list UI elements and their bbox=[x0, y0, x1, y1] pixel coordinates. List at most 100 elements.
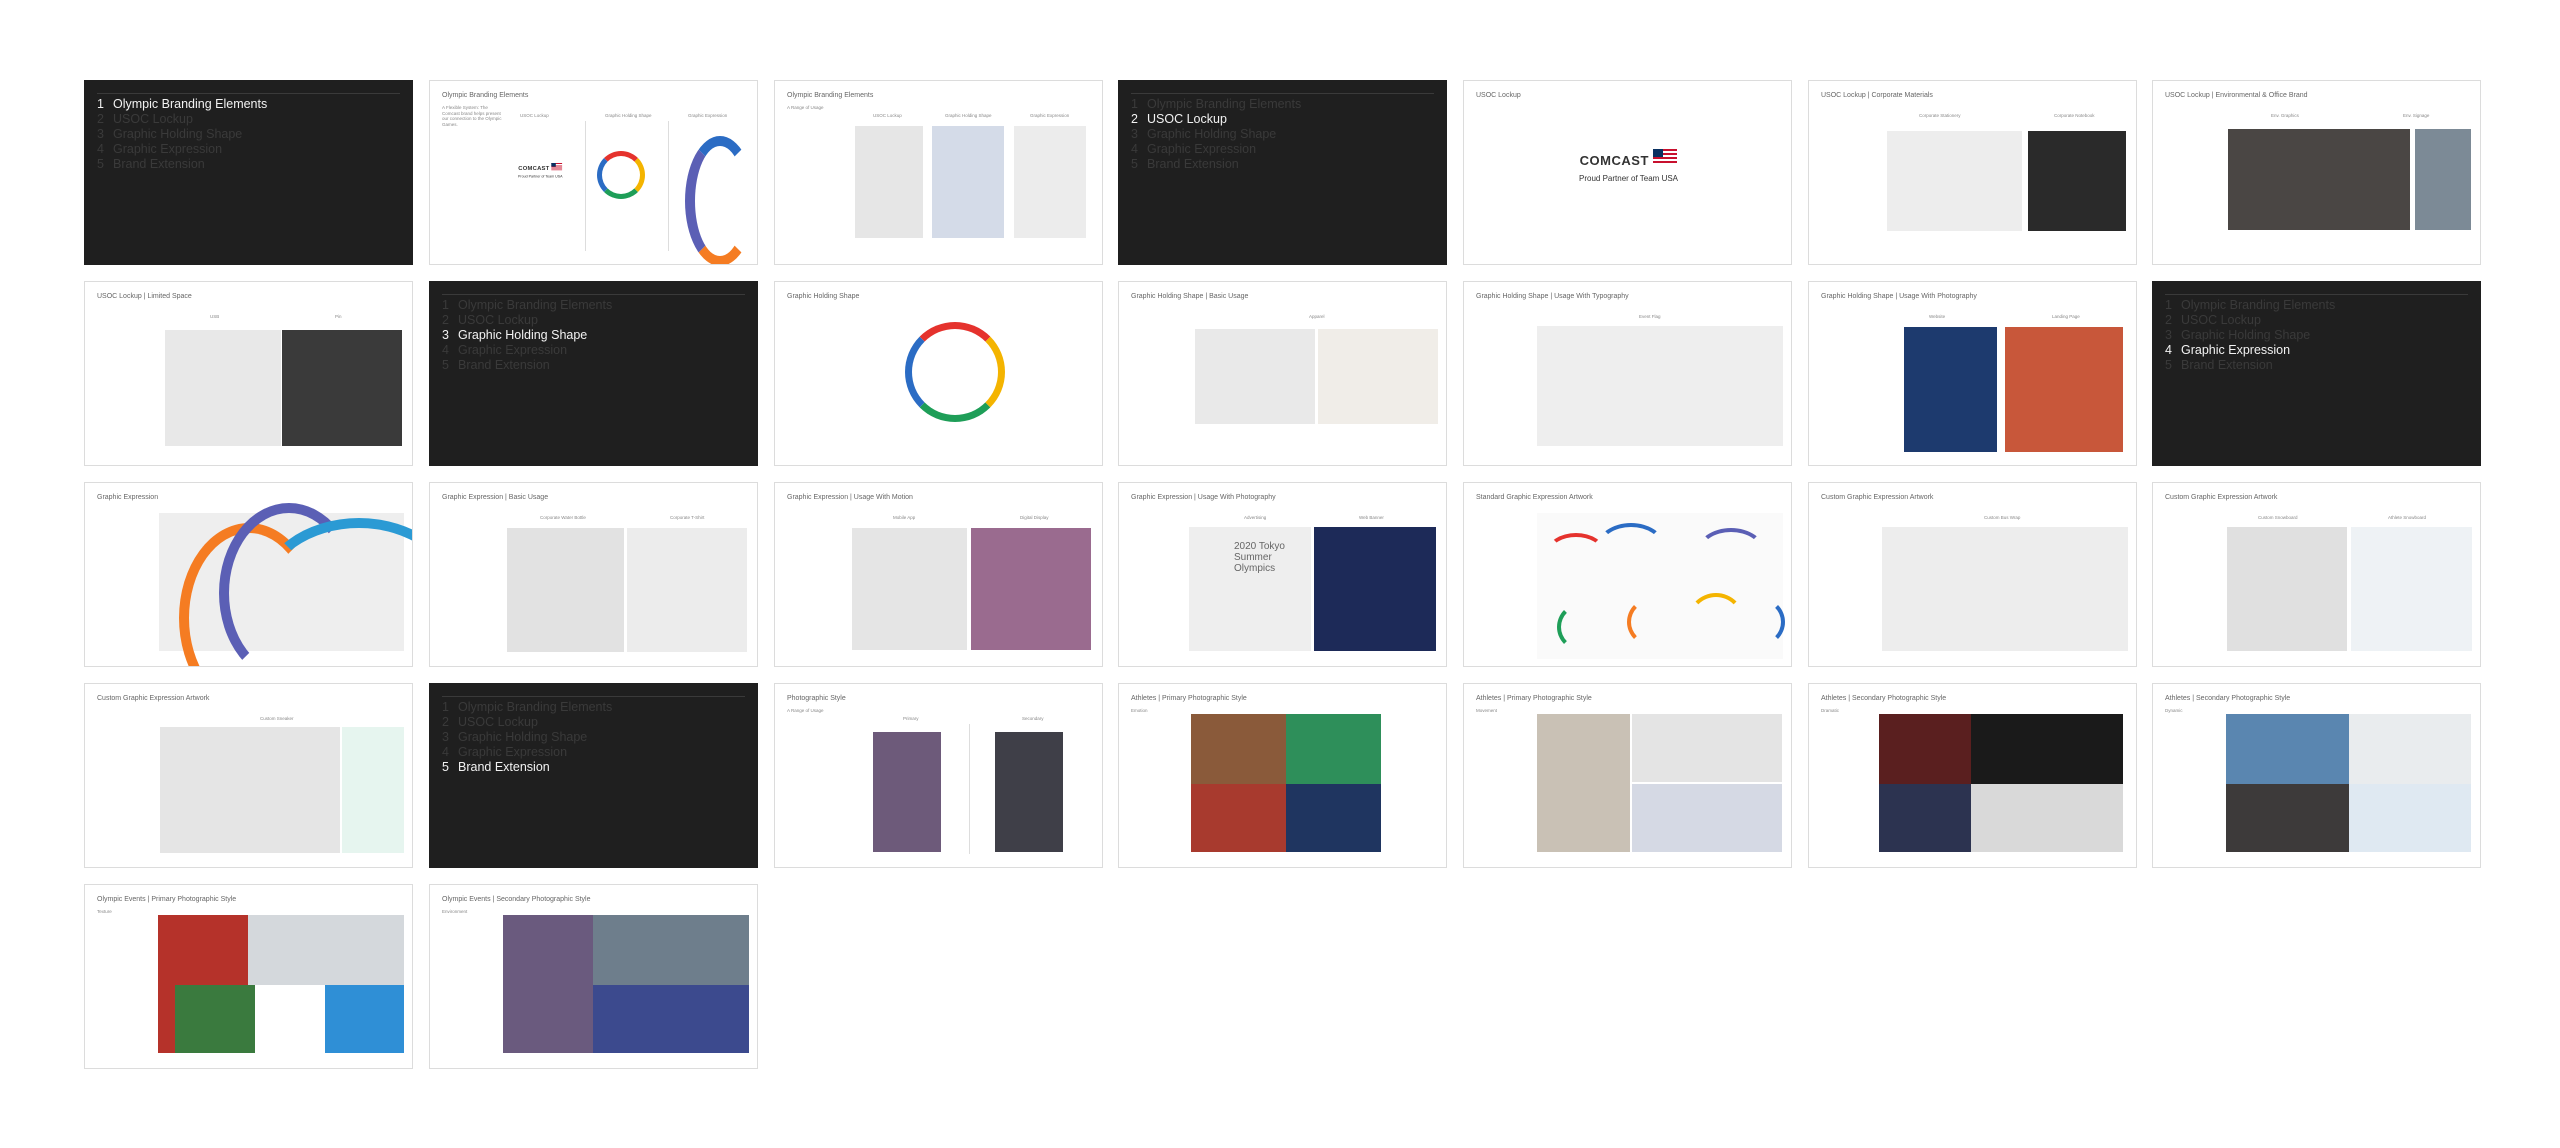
slide-graphic-expression[interactable]: Graphic Expression bbox=[84, 482, 413, 667]
slide-expression-motion[interactable]: Graphic Expression | Usage With Motion M… bbox=[774, 482, 1103, 667]
slide-section-brand-extension[interactable]: 1 Olympic Branding Elements 2 USOC Lockup … bbox=[429, 683, 758, 868]
section-list: 1 Olympic Branding Elements 2 USOC Lockup … bbox=[442, 700, 613, 774]
holding-shape-icon bbox=[905, 322, 1005, 422]
slide-custom-expression-bus[interactable]: Custom Graphic Expression Artwork Custom… bbox=[1808, 482, 2137, 667]
slide-title: Custom Graphic Expression Artwork bbox=[2165, 494, 2278, 501]
slide-body: Dynamic bbox=[2165, 708, 2183, 713]
stadium-photo bbox=[593, 985, 749, 1053]
slide-title: USOC Lockup | Corporate Materials bbox=[1821, 92, 1933, 99]
slide-events-primary-texture[interactable]: Olympic Events | Primary Photographic St… bbox=[84, 884, 413, 1069]
slide-title: Athletes | Primary Photographic Style bbox=[1131, 695, 1247, 702]
athlete-snowboard-photo bbox=[2351, 527, 2472, 651]
slide-branding-usage[interactable]: Olympic Branding Elements A Range of Usa… bbox=[774, 80, 1103, 265]
flag-icon bbox=[551, 163, 563, 171]
section-list: 1 Olympic Branding Elements 2 USOC Lockup … bbox=[442, 298, 613, 372]
divider bbox=[668, 121, 669, 251]
slide-custom-expression-snowboard[interactable]: Custom Graphic Expression Artwork Custom… bbox=[2152, 482, 2481, 667]
slide-title: Olympic Events | Secondary Photographic … bbox=[442, 896, 591, 903]
athlete-photo bbox=[1879, 714, 1971, 784]
web-banner-photo bbox=[1314, 527, 1436, 651]
athlete-photo bbox=[2226, 714, 2349, 784]
sneaker-detail-photo bbox=[342, 727, 404, 853]
slide-section-branding[interactable]: 1 Olympic Branding Elements 2 USOC Lockup … bbox=[84, 80, 413, 265]
field-photo bbox=[175, 985, 255, 1053]
slide-title: Graphic Holding Shape | Basic Usage bbox=[1131, 293, 1249, 300]
athlete-photo bbox=[2226, 784, 2349, 852]
usb-photo bbox=[165, 330, 281, 446]
slide-athletes-primary-emotion[interactable]: Athletes | Primary Photographic Style Em… bbox=[1118, 683, 1447, 868]
slide-standard-expression[interactable]: Standard Graphic Expression Artwork bbox=[1463, 482, 1792, 667]
digital-display-photo bbox=[971, 528, 1091, 650]
athlete-photo-female bbox=[1318, 329, 1438, 424]
athlete-photo bbox=[1286, 714, 1381, 784]
slide-corporate-materials[interactable]: USOC Lockup | Corporate Materials Corpor… bbox=[1808, 80, 2137, 265]
slide-section-expression[interactable]: 1 Olympic Branding Elements 2 USOC Lockup … bbox=[2152, 281, 2481, 466]
slide-custom-expression-sneaker[interactable]: Custom Graphic Expression Artwork Custom… bbox=[84, 683, 413, 868]
flag-photo bbox=[1537, 326, 1783, 446]
swoosh-icon bbox=[1697, 528, 1765, 576]
slide-athletes-secondary-dynamic[interactable]: Athletes | Secondary Photographic Style … bbox=[2152, 683, 2481, 868]
slide-title: USOC Lockup | Environmental & Office Bra… bbox=[2165, 92, 2308, 99]
divider bbox=[1131, 93, 1434, 94]
slide-usoc-lockup[interactable]: USOC Lockup COMCAST Proud Partner of Tea… bbox=[1463, 80, 1792, 265]
slide-title: Athletes | Secondary Photographic Style bbox=[1821, 695, 1947, 702]
slide-section-lockup[interactable]: 1 Olympic Branding Elements 2 USOC Lockup … bbox=[1118, 80, 1447, 265]
pin-photo bbox=[282, 330, 402, 446]
water-bottle-photo bbox=[507, 528, 624, 652]
swoosh-icon bbox=[1597, 523, 1665, 571]
business-card-photo bbox=[855, 126, 923, 238]
bus-wrap-photo bbox=[1882, 527, 2128, 651]
slide-holding-photography[interactable]: Graphic Holding Shape | Usage With Photo… bbox=[1808, 281, 2137, 466]
slide-title: Graphic Holding Shape | Usage With Photo… bbox=[1821, 293, 1977, 300]
slide-title: Olympic Branding Elements bbox=[442, 92, 529, 99]
divider bbox=[442, 294, 745, 295]
slide-photographic-style[interactable]: Photographic Style A Range of Usage Prim… bbox=[774, 683, 1103, 868]
sneaker-photo bbox=[160, 727, 340, 853]
tshirt-photo bbox=[627, 528, 747, 652]
slide-limited-space[interactable]: USOC Lockup | Limited Space USB Pin bbox=[84, 281, 413, 466]
slide-events-secondary-environment[interactable]: Olympic Events | Secondary Photographic … bbox=[429, 884, 758, 1069]
athlete-photo bbox=[1537, 714, 1630, 852]
snowboard-photo bbox=[2227, 527, 2347, 651]
slide-body: Environment bbox=[442, 909, 468, 914]
holding-shape-icon bbox=[597, 151, 645, 199]
slide-title: Graphic Expression | Usage With Motion bbox=[787, 494, 913, 501]
stationery-photo bbox=[1887, 131, 2022, 231]
slide-section-holding-shape[interactable]: 1 Olympic Branding Elements 2 USOC Lockup … bbox=[429, 281, 758, 466]
slide-expression-basic[interactable]: Graphic Expression | Basic Usage Corpora… bbox=[429, 482, 758, 667]
slide-environmental[interactable]: USOC Lockup | Environmental & Office Bra… bbox=[2152, 80, 2481, 265]
section-list: 1 Olympic Branding Elements 2 USOC Lockup … bbox=[2165, 298, 2336, 372]
usoc-lockup: COMCAST Proud Partner of Team USA bbox=[1579, 149, 1678, 183]
swoosh-icon bbox=[1557, 603, 1605, 651]
landing-page-screenshot bbox=[2005, 327, 2123, 452]
slide-title: Athletes | Secondary Photographic Style bbox=[2165, 695, 2291, 702]
slide-body: Movement bbox=[1476, 708, 1498, 713]
slide-title: Graphic Expression | Usage With Photogra… bbox=[1131, 494, 1276, 501]
flag-icon bbox=[1653, 149, 1678, 165]
divider bbox=[442, 696, 745, 697]
slide-title: Standard Graphic Expression Artwork bbox=[1476, 494, 1593, 501]
slide-athletes-secondary-dramatic[interactable]: Athletes | Secondary Photographic Style … bbox=[1808, 683, 2137, 868]
slide-branding-elements[interactable]: Olympic Branding Elements A Flexible Sys… bbox=[429, 80, 758, 265]
website-screenshot bbox=[1904, 327, 1997, 452]
ad-headline: 2020 Tokyo Summer Olympics bbox=[1234, 541, 1285, 574]
slide-holding-shape[interactable]: Graphic Holding Shape bbox=[774, 281, 1103, 466]
divider bbox=[2165, 294, 2468, 295]
divider bbox=[585, 121, 586, 251]
slide-expression-photography[interactable]: Graphic Expression | Usage With Photogra… bbox=[1118, 482, 1447, 667]
athlete-photo bbox=[1879, 784, 1971, 852]
athlete-photo bbox=[1191, 784, 1286, 852]
secondary-photo-grid bbox=[995, 732, 1063, 852]
athlete-photo bbox=[2349, 714, 2471, 784]
slide-holding-typography[interactable]: Graphic Holding Shape | Usage With Typog… bbox=[1463, 281, 1792, 466]
pool-photo bbox=[325, 985, 404, 1053]
expression-swoosh-icon bbox=[685, 136, 755, 264]
slide-holding-basic[interactable]: Graphic Holding Shape | Basic Usage Appa… bbox=[1118, 281, 1447, 466]
slide-athletes-primary-movement[interactable]: Athletes | Primary Photographic Style Mo… bbox=[1463, 683, 1792, 868]
athlete-photo bbox=[2349, 784, 2471, 852]
section-list: 1 Olympic Branding Elements 2 USOC Lockup … bbox=[97, 97, 268, 171]
athlete-photo bbox=[1286, 784, 1381, 852]
swoosh-icon bbox=[1547, 533, 1605, 571]
slide-title: USOC Lockup bbox=[1476, 92, 1521, 99]
slide-title: Athletes | Primary Photographic Style bbox=[1476, 695, 1592, 702]
